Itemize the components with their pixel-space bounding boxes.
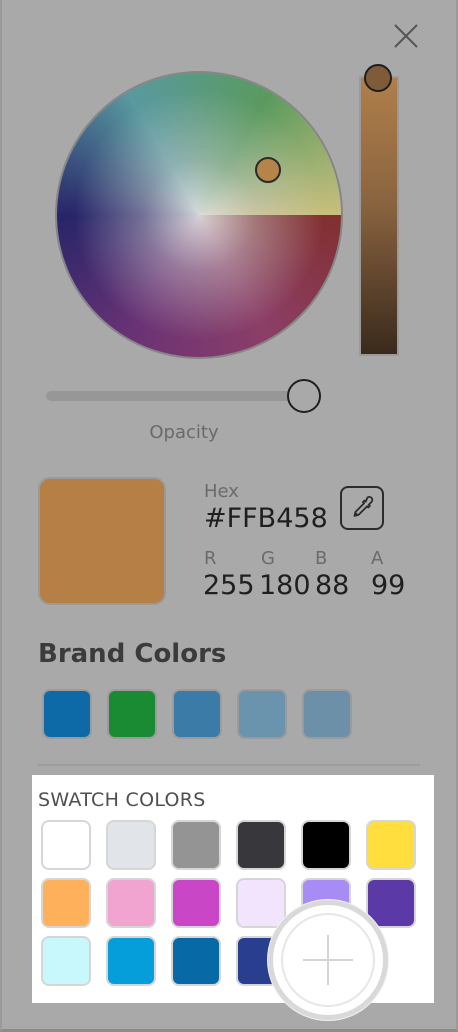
close-button[interactable] [392, 22, 420, 50]
swatch-color[interactable] [41, 878, 91, 928]
brand-color-swatch[interactable] [107, 689, 157, 739]
opacity-label: Opacity [149, 422, 219, 443]
eyedropper-button[interactable] [340, 486, 384, 530]
brand-color-swatch[interactable] [42, 689, 92, 739]
swatch-color[interactable] [106, 878, 156, 928]
b-value[interactable]: 88 [315, 570, 349, 601]
opacity-slider[interactable] [46, 391, 310, 401]
hex-label: Hex [204, 481, 239, 502]
a-label: A [371, 548, 384, 569]
brightness-slider[interactable] [359, 76, 399, 356]
swatch-colors-title: SWATCH COLORS [38, 789, 206, 811]
brand-color-swatch[interactable] [237, 689, 287, 739]
hex-value[interactable]: #FFB458 [204, 503, 328, 534]
brightness-slider-handle[interactable] [364, 64, 392, 92]
swatch-color[interactable] [366, 820, 416, 870]
swatch-color[interactable] [106, 936, 156, 986]
r-value[interactable]: 255 [203, 570, 255, 601]
color-wheel-handle[interactable] [255, 157, 281, 183]
eyedropper-icon [353, 496, 374, 517]
g-label: G [261, 548, 275, 569]
swatch-color[interactable] [236, 820, 286, 870]
swatch-color[interactable] [41, 820, 91, 870]
a-value[interactable]: 99 [371, 570, 405, 601]
g-value[interactable]: 180 [259, 570, 311, 601]
plus-icon [303, 935, 353, 985]
b-label: B [315, 548, 328, 569]
swatch-color[interactable] [171, 878, 221, 928]
brand-color-swatch[interactable] [302, 689, 352, 739]
swatch-color[interactable] [171, 936, 221, 986]
divider [38, 764, 420, 766]
opacity-slider-handle[interactable] [287, 379, 321, 413]
color-wheel-saturation [57, 73, 341, 357]
brand-colors-title: Brand Colors [38, 639, 227, 669]
color-preview [38, 477, 166, 605]
brand-color-swatch[interactable] [172, 689, 222, 739]
color-wheel[interactable] [57, 73, 341, 357]
add-swatch-button[interactable] [268, 900, 388, 1020]
swatch-color[interactable] [171, 820, 221, 870]
close-icon [394, 24, 418, 48]
r-label: R [204, 548, 217, 569]
swatch-color[interactable] [106, 820, 156, 870]
swatch-color[interactable] [301, 820, 351, 870]
swatch-color[interactable] [41, 936, 91, 986]
